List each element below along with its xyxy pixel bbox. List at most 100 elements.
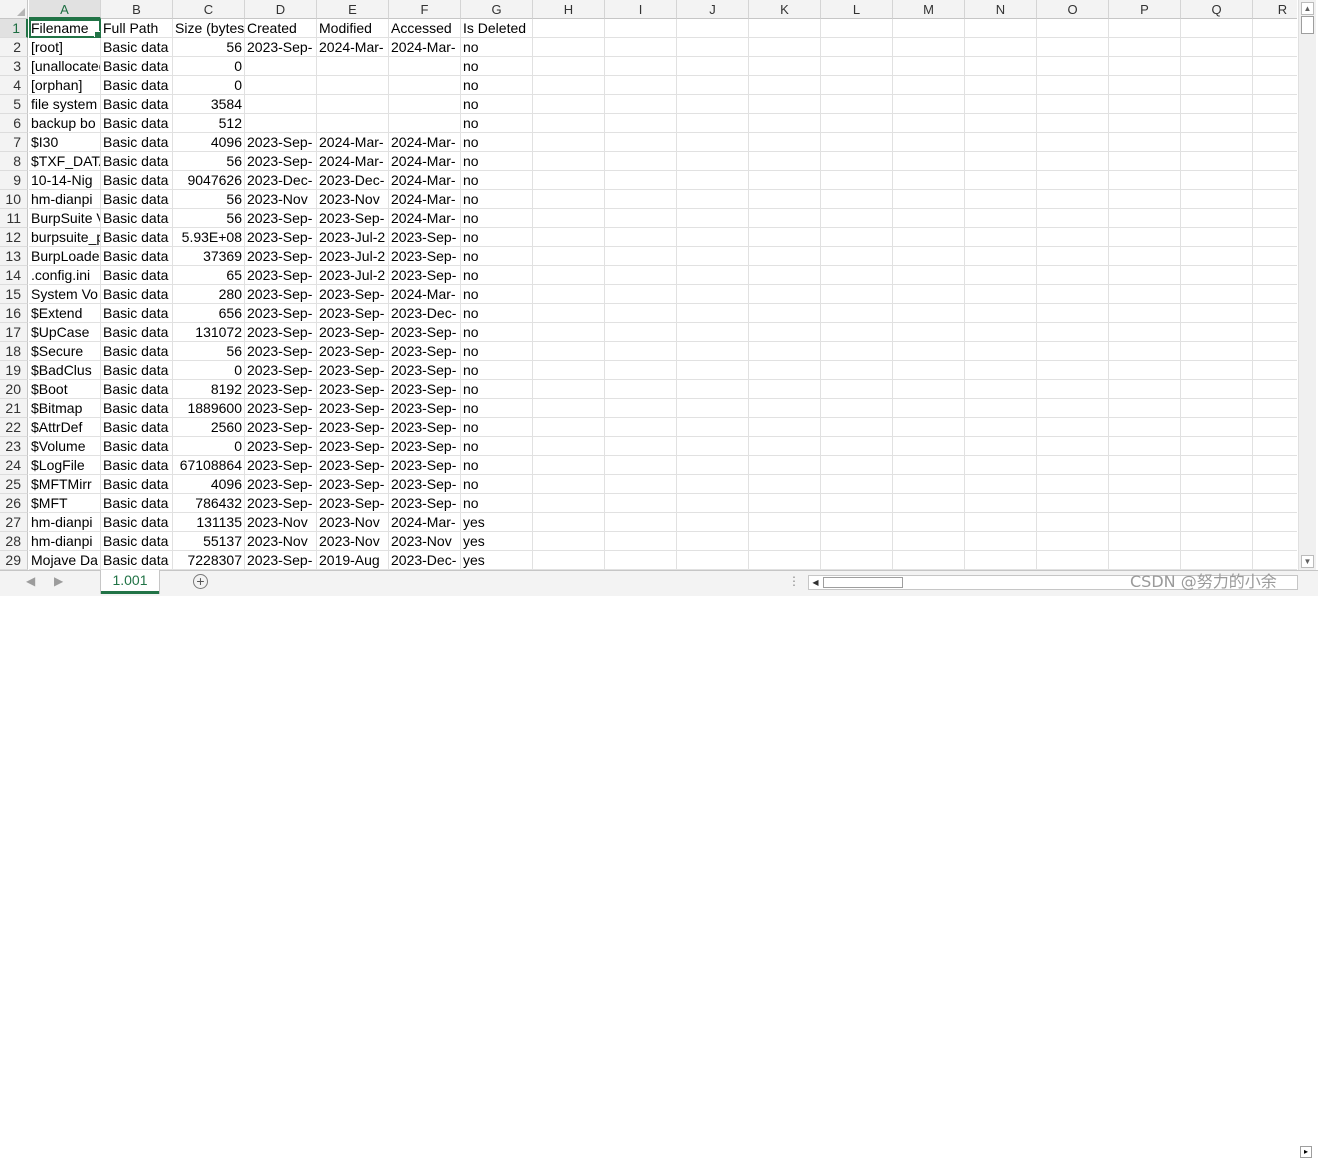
table-cell[interactable] (1109, 209, 1181, 228)
table-cell[interactable] (1109, 285, 1181, 304)
table-cell[interactable]: 65 (173, 266, 245, 285)
table-cell[interactable] (677, 532, 749, 551)
table-cell[interactable] (1037, 285, 1109, 304)
table-cell[interactable]: 10-14-Nig (29, 171, 101, 190)
row-header[interactable]: 26 (0, 494, 28, 513)
table-cell[interactable] (893, 361, 965, 380)
table-cell[interactable] (1037, 95, 1109, 114)
table-cell[interactable] (1253, 323, 1297, 342)
select-all-corner[interactable] (0, 0, 28, 19)
table-cell[interactable] (605, 532, 677, 551)
table-cell[interactable] (821, 399, 893, 418)
table-cell[interactable]: 2024-Mar- (389, 190, 461, 209)
table-cell[interactable] (1253, 114, 1297, 133)
table-cell[interactable] (821, 228, 893, 247)
table-cell[interactable] (1181, 190, 1253, 209)
row-header[interactable]: 1 (0, 19, 28, 38)
table-cell[interactable] (389, 57, 461, 76)
table-cell[interactable] (1181, 133, 1253, 152)
table-cell[interactable] (1181, 38, 1253, 57)
table-cell[interactable] (677, 228, 749, 247)
table-cell[interactable]: 2023-Sep- (245, 380, 317, 399)
sheet-nav-prev-icon[interactable]: ◀ (26, 574, 35, 588)
column-header-p[interactable]: P (1109, 0, 1181, 19)
row-header[interactable]: 12 (0, 228, 28, 247)
table-cell[interactable] (1037, 247, 1109, 266)
table-cell[interactable]: 56 (173, 209, 245, 228)
table-cell[interactable] (605, 228, 677, 247)
table-cell[interactable] (1109, 228, 1181, 247)
table-cell[interactable] (1253, 152, 1297, 171)
table-cell[interactable] (1181, 114, 1253, 133)
column-header-n[interactable]: N (965, 0, 1037, 19)
table-cell[interactable] (749, 437, 821, 456)
column-header-l[interactable]: L (821, 0, 893, 19)
table-cell[interactable] (965, 380, 1037, 399)
table-cell[interactable]: 2023-Sep- (389, 380, 461, 399)
table-cell[interactable] (1253, 418, 1297, 437)
table-cell[interactable] (677, 247, 749, 266)
table-cell[interactable]: Mojave Da (29, 551, 101, 570)
table-cell[interactable]: Basic data (101, 76, 173, 95)
table-cell[interactable] (965, 38, 1037, 57)
table-cell[interactable] (605, 418, 677, 437)
table-cell[interactable] (533, 19, 605, 38)
table-cell[interactable]: 2023-Sep- (245, 285, 317, 304)
table-cell[interactable]: 2023-Sep- (245, 247, 317, 266)
table-cell[interactable]: 2023-Jul-2 (317, 247, 389, 266)
table-cell[interactable]: 2023-Sep- (245, 361, 317, 380)
table-cell[interactable]: Basic data (101, 152, 173, 171)
table-cell[interactable] (533, 304, 605, 323)
table-cell[interactable]: Basic data (101, 399, 173, 418)
table-cell[interactable]: BurpLoade (29, 247, 101, 266)
table-cell[interactable] (605, 171, 677, 190)
table-cell[interactable]: no (461, 342, 533, 361)
table-cell[interactable]: .config.ini (29, 266, 101, 285)
column-header-c[interactable]: C (173, 0, 245, 19)
table-cell[interactable] (749, 323, 821, 342)
table-cell[interactable]: Basic data (101, 494, 173, 513)
table-cell[interactable] (749, 114, 821, 133)
header-cell[interactable]: Is Deleted (461, 19, 533, 38)
table-cell[interactable] (1253, 38, 1297, 57)
table-cell[interactable] (1181, 171, 1253, 190)
table-cell[interactable] (1109, 133, 1181, 152)
table-cell[interactable] (677, 342, 749, 361)
table-cell[interactable] (1037, 38, 1109, 57)
table-cell[interactable]: 2023-Sep- (317, 285, 389, 304)
table-cell[interactable]: Basic data (101, 171, 173, 190)
table-cell[interactable] (605, 456, 677, 475)
table-cell[interactable]: 2560 (173, 418, 245, 437)
table-cell[interactable] (749, 76, 821, 95)
table-cell[interactable] (1037, 57, 1109, 76)
table-cell[interactable] (677, 152, 749, 171)
table-cell[interactable] (1109, 418, 1181, 437)
table-cell[interactable] (821, 475, 893, 494)
table-cell[interactable]: no (461, 171, 533, 190)
table-cell[interactable] (1109, 152, 1181, 171)
row-header[interactable]: 3 (0, 57, 28, 76)
table-cell[interactable] (965, 228, 1037, 247)
table-cell[interactable] (893, 76, 965, 95)
table-cell[interactable]: 512 (173, 114, 245, 133)
table-cell[interactable]: no (461, 133, 533, 152)
table-cell[interactable] (1109, 380, 1181, 399)
table-cell[interactable]: $UpCase (29, 323, 101, 342)
table-cell[interactable] (1037, 437, 1109, 456)
table-cell[interactable] (821, 342, 893, 361)
table-cell[interactable] (1037, 323, 1109, 342)
table-cell[interactable] (677, 57, 749, 76)
column-header-q[interactable]: Q (1181, 0, 1253, 19)
table-cell[interactable] (605, 209, 677, 228)
table-cell[interactable] (1037, 551, 1109, 570)
table-cell[interactable] (1253, 95, 1297, 114)
table-cell[interactable]: 2023-Sep- (317, 380, 389, 399)
table-cell[interactable] (605, 342, 677, 361)
table-cell[interactable] (1109, 304, 1181, 323)
table-cell[interactable]: System Vo (29, 285, 101, 304)
table-cell[interactable] (893, 513, 965, 532)
table-cell[interactable]: $I30 (29, 133, 101, 152)
table-cell[interactable]: 2023-Sep- (389, 266, 461, 285)
table-cell[interactable] (1181, 475, 1253, 494)
table-cell[interactable]: 2023-Sep- (317, 399, 389, 418)
